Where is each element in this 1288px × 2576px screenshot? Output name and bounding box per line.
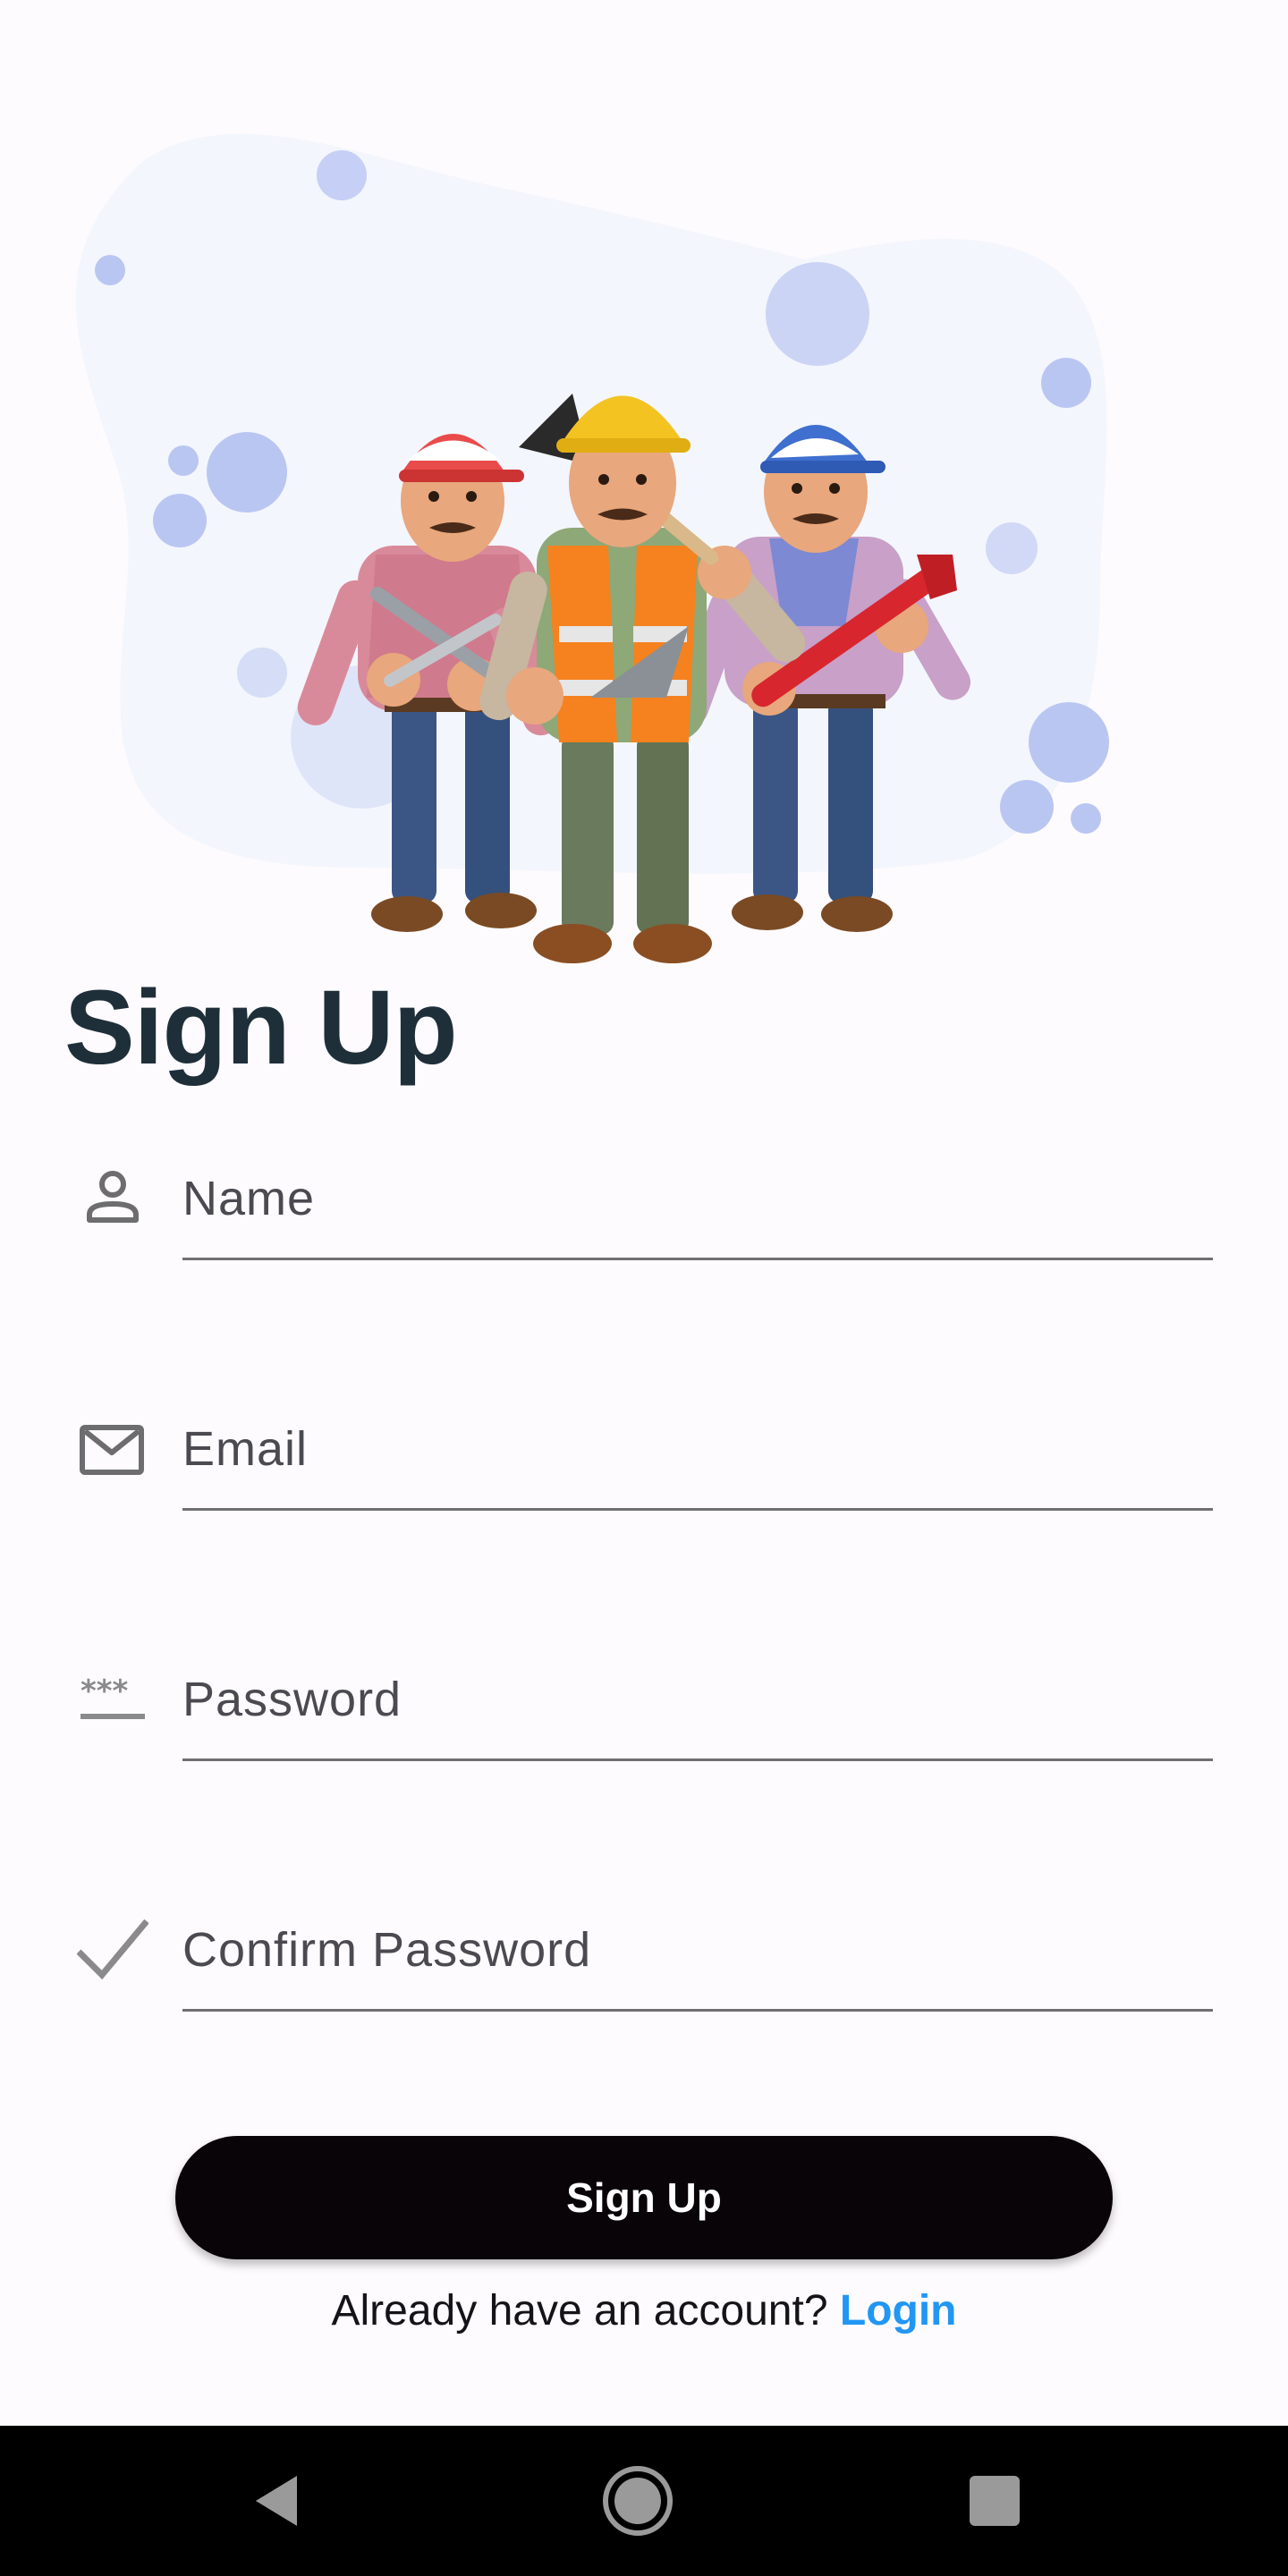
name-underline xyxy=(182,1258,1213,1260)
recents-icon[interactable] xyxy=(950,2456,1039,2546)
password-field: *** xyxy=(0,1637,1288,1816)
confirm-password-input[interactable] xyxy=(182,1896,1211,2004)
password-input[interactable] xyxy=(182,1646,1211,1753)
password-icon: *** xyxy=(77,1664,148,1735)
page-title: Sign Up xyxy=(64,969,458,1087)
email-input[interactable] xyxy=(182,1395,1211,1503)
password-underline xyxy=(182,1758,1213,1761)
name-field xyxy=(0,1136,1288,1315)
home-icon[interactable] xyxy=(593,2456,682,2546)
check-icon xyxy=(77,1914,148,1986)
email-underline xyxy=(182,1508,1213,1511)
login-prompt: Already have an account? Login xyxy=(0,2286,1288,2335)
back-icon[interactable] xyxy=(234,2456,324,2546)
confirm-password-underline xyxy=(182,2009,1213,2012)
email-field xyxy=(0,1386,1288,1565)
svg-text:***: *** xyxy=(80,1674,129,1709)
login-link[interactable]: Login xyxy=(840,2287,957,2334)
name-input[interactable] xyxy=(182,1145,1211,1252)
mail-icon xyxy=(77,1413,148,1485)
signup-screen: Sign Up *** xyxy=(0,0,1288,2576)
confirm-password-field xyxy=(0,1887,1288,2066)
system-nav-bar xyxy=(0,2426,1288,2576)
sign-up-button[interactable]: Sign Up xyxy=(175,2136,1113,2259)
hero-illustration xyxy=(0,125,1288,984)
status-bar xyxy=(0,0,1288,63)
person-icon xyxy=(77,1163,148,1234)
login-prompt-text: Already have an account? xyxy=(331,2287,840,2334)
